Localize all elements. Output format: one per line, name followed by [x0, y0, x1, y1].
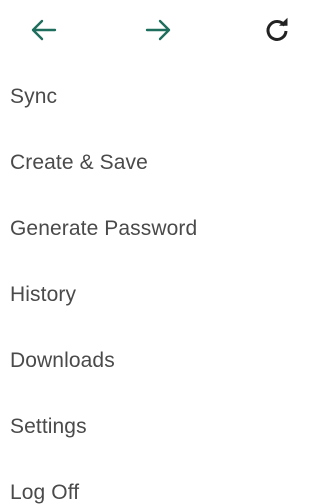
- menu-item-label: Log Off: [10, 481, 80, 504]
- forward-button[interactable]: [139, 10, 179, 50]
- menu-item-create-save[interactable]: Create & Save: [0, 130, 291, 196]
- menu-item-label: Settings: [10, 415, 87, 438]
- menu-item-settings[interactable]: Settings: [0, 394, 291, 460]
- arrow-right-icon: [145, 19, 171, 41]
- menu-item-log-off[interactable]: Log Off: [0, 460, 291, 504]
- menu-item-label: Create & Save: [10, 151, 148, 174]
- arrow-left-icon: [31, 19, 57, 41]
- main-menu: Sync Create & Save Generate Password His…: [0, 64, 291, 504]
- menu-item-generate-password[interactable]: Generate Password: [0, 196, 291, 262]
- menu-item-label: History: [10, 283, 77, 306]
- menu-panel: Sync Create & Save Generate Password His…: [0, 0, 291, 504]
- menu-item-sync[interactable]: Sync: [0, 64, 291, 130]
- menu-item-downloads[interactable]: Downloads: [0, 328, 291, 394]
- menu-item-label: Generate Password: [10, 217, 198, 240]
- menu-item-history[interactable]: History: [0, 262, 291, 328]
- menu-item-label: Sync: [10, 85, 58, 108]
- menu-item-label: Downloads: [10, 349, 115, 372]
- reload-button[interactable]: [257, 10, 297, 50]
- back-button[interactable]: [23, 10, 63, 50]
- navigation-toolbar: [0, 10, 291, 50]
- reload-icon: [266, 17, 288, 41]
